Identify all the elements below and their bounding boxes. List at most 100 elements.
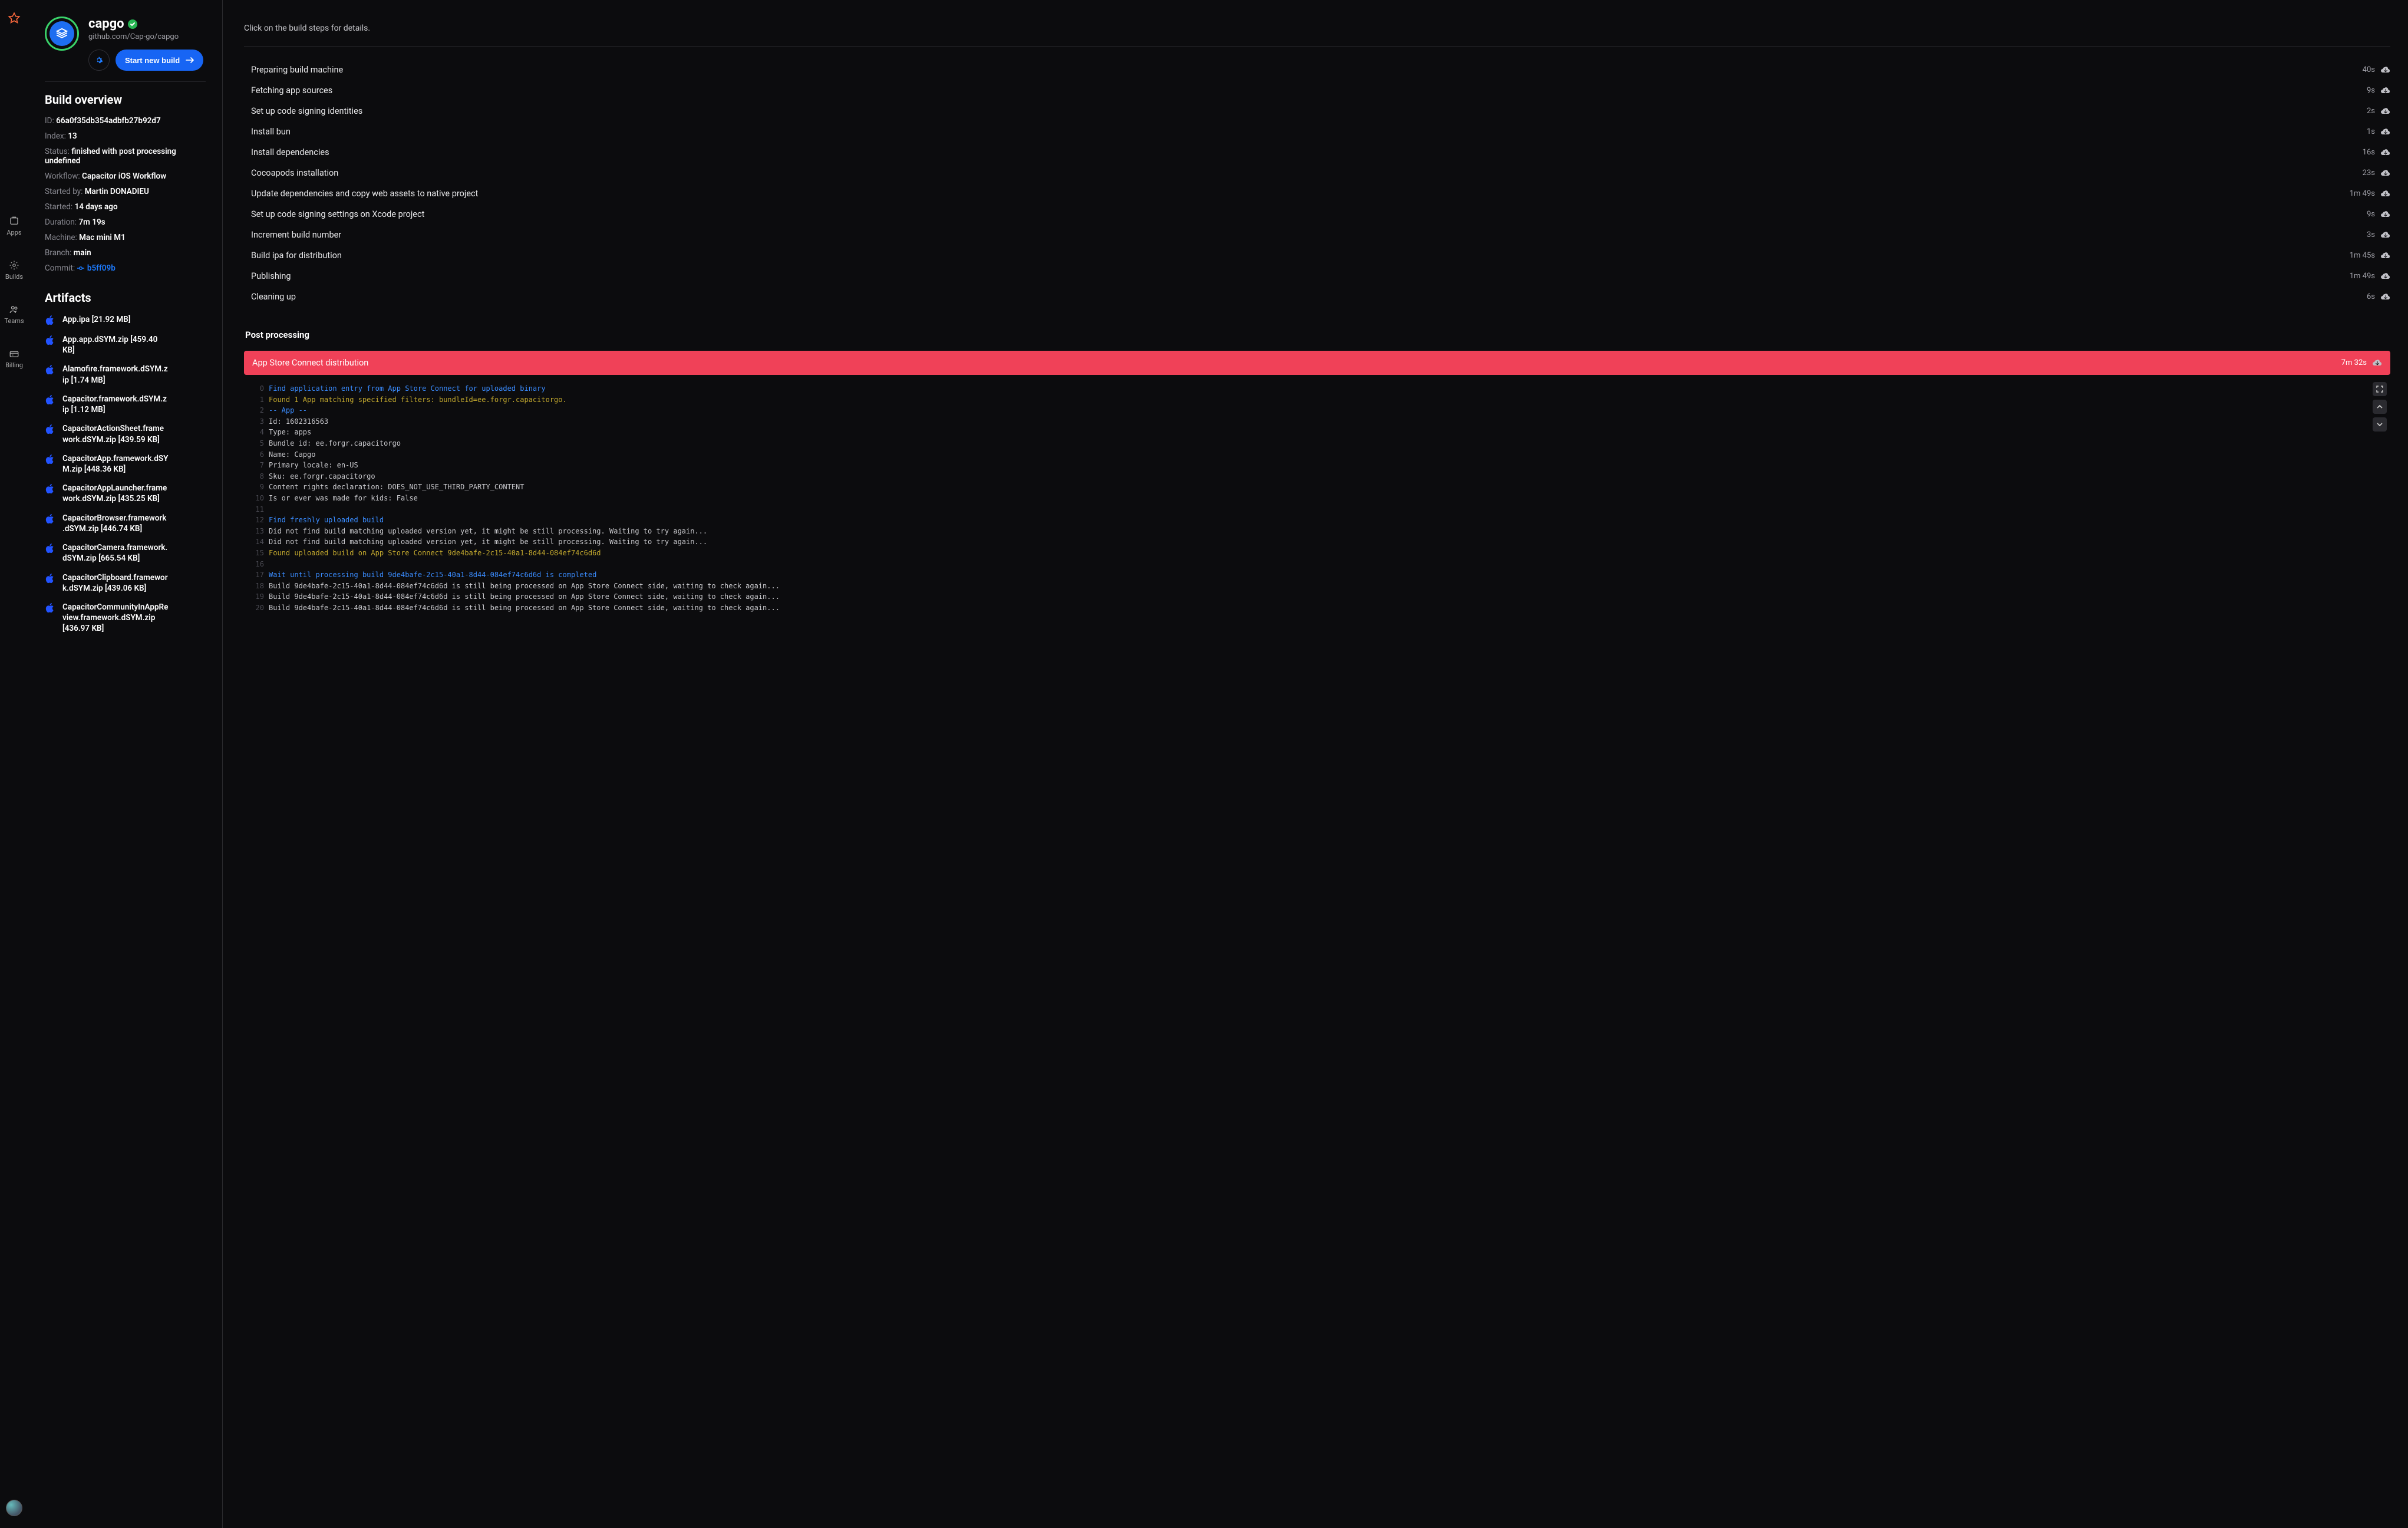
project-settings-button[interactable]	[88, 50, 110, 71]
overview-row: Index: 13	[45, 131, 206, 141]
download-log-icon[interactable]	[2381, 251, 2390, 261]
apple-icon	[45, 484, 55, 495]
build-step-row[interactable]: Build ipa for distribution1m 45s	[244, 245, 2390, 266]
build-step-row[interactable]: Increment build number3s	[244, 225, 2390, 245]
step-duration: 16s	[2363, 148, 2375, 157]
build-step-row[interactable]: Publishing1m 49s	[244, 266, 2390, 286]
download-log-icon[interactable]	[2381, 86, 2390, 95]
step-name: Increment build number	[244, 230, 2367, 240]
overview-row: Started: 14 days ago	[45, 202, 206, 212]
build-step-row[interactable]: Update dependencies and copy web assets …	[244, 183, 2390, 204]
nav-item-builds[interactable]: Builds	[4, 260, 24, 281]
build-step-row[interactable]: Set up code signing identities2s	[244, 101, 2390, 121]
artifact-item[interactable]: CapacitorCommunityInAppReview.framework.…	[45, 602, 206, 634]
apple-icon	[45, 603, 55, 614]
error-step-time: 7m 32s	[2341, 358, 2367, 367]
artifact-name: CapacitorCamera.framework.dSYM.zip [665.…	[62, 542, 169, 564]
artifact-name: CapacitorBrowser.framework.dSYM.zip [446…	[62, 513, 169, 534]
step-name: Install dependencies	[244, 147, 2363, 157]
artifact-item[interactable]: CapacitorCamera.framework.dSYM.zip [665.…	[45, 542, 206, 564]
download-log-icon[interactable]	[2381, 189, 2390, 199]
apple-icon	[45, 574, 55, 584]
artifact-item[interactable]: App.ipa [21.92 MB]	[45, 314, 206, 326]
build-step-row[interactable]: Install bun1s	[244, 121, 2390, 142]
download-log-icon[interactable]	[2373, 358, 2382, 368]
log-line: 8Sku: ee.forgr.capacitorgo	[244, 471, 2390, 482]
nav-label: Builds	[5, 273, 23, 281]
sidebar: capgo github.com/Cap-go/capgo Start new …	[28, 0, 223, 1528]
overview-row: Workflow: Capacitor iOS Workflow	[45, 172, 206, 181]
builds-icon	[9, 260, 19, 271]
user-avatar[interactable]	[6, 1500, 22, 1516]
logo-icon[interactable]	[6, 12, 22, 27]
overview-row: Machine: Mac mini M1	[45, 233, 206, 242]
expand-icon	[2376, 386, 2383, 393]
download-log-icon[interactable]	[2381, 230, 2390, 240]
log-line: 10Is or ever was made for kids: False	[244, 493, 2390, 504]
step-duration: 1m 49s	[2350, 189, 2375, 198]
overview-row: Started by: Martin DONADIEU	[45, 187, 206, 196]
nav-item-apps[interactable]: Apps	[4, 216, 24, 236]
build-step-row[interactable]: Cocoapods installation23s	[244, 163, 2390, 183]
step-duration: 9s	[2367, 86, 2375, 95]
post-processing-error-step[interactable]: App Store Connect distribution 7m 32s	[244, 351, 2390, 375]
artifact-item[interactable]: CapacitorActionSheet.framework.dSYM.zip …	[45, 423, 206, 444]
artifact-item[interactable]: CapacitorAppLauncher.framework.dSYM.zip …	[45, 483, 206, 504]
nav-item-billing[interactable]: Billing	[4, 348, 24, 369]
step-duration: 9s	[2367, 210, 2375, 219]
log-line: 0Find application entry from App Store C…	[244, 383, 2390, 394]
log-line: 16	[244, 559, 2390, 570]
build-step-row[interactable]: Fetching app sources9s	[244, 80, 2390, 101]
artifact-item[interactable]: CapacitorClipboard.framework.dSYM.zip [4…	[45, 572, 206, 594]
download-log-icon[interactable]	[2381, 292, 2390, 302]
nav-label: Teams	[4, 317, 24, 325]
project-repo-link[interactable]: github.com/Cap-go/capgo	[88, 32, 203, 41]
artifacts-title: Artifacts	[45, 291, 206, 305]
log-line: 12Find freshly uploaded build	[244, 515, 2390, 526]
build-step-row[interactable]: Set up code signing settings on Xcode pr…	[244, 204, 2390, 225]
apple-icon	[45, 544, 55, 554]
step-name: Set up code signing settings on Xcode pr…	[244, 209, 2367, 219]
download-log-icon[interactable]	[2381, 210, 2390, 219]
verified-icon	[128, 19, 137, 29]
steps-hint: Click on the build steps for details.	[244, 24, 2390, 33]
step-name: Set up code signing identities	[244, 106, 2367, 116]
build-step-row[interactable]: Install dependencies16s	[244, 142, 2390, 163]
overview-row: Branch: main	[45, 248, 206, 258]
apple-icon	[45, 514, 55, 525]
artifact-item[interactable]: CapacitorApp.framework.dSYM.zip [448.36 …	[45, 453, 206, 475]
log-line: 20Build 9de4bafe-2c15-40a1-8d44-084ef74c…	[244, 602, 2390, 614]
start-new-build-button[interactable]: Start new build	[116, 50, 203, 71]
post-processing-title: Post processing	[245, 330, 2390, 340]
log-scroll-up-button[interactable]	[2373, 400, 2387, 414]
error-step-name: App Store Connect distribution	[252, 358, 2341, 368]
artifact-item[interactable]: Alamofire.framework.dSYM.zip [1.74 MB]	[45, 364, 206, 385]
step-name: Cocoapods installation	[244, 168, 2363, 178]
artifact-item[interactable]: CapacitorBrowser.framework.dSYM.zip [446…	[45, 513, 206, 534]
download-log-icon[interactable]	[2381, 272, 2390, 281]
apple-icon	[45, 424, 55, 435]
artifact-item[interactable]: Capacitor.framework.dSYM.zip [1.12 MB]	[45, 394, 206, 415]
project-title: capgo	[88, 17, 124, 31]
project-icon	[45, 17, 79, 51]
log-line: 2-- App --	[244, 405, 2390, 416]
download-log-icon[interactable]	[2381, 148, 2390, 157]
artifact-item[interactable]: App.app.dSYM.zip [459.40 KB]	[45, 334, 206, 355]
download-log-icon[interactable]	[2381, 65, 2390, 75]
log-scroll-down-button[interactable]	[2373, 417, 2387, 432]
build-step-row[interactable]: Cleaning up6s	[244, 286, 2390, 307]
log-expand-button[interactable]	[2373, 382, 2387, 396]
chevron-up-icon	[2377, 404, 2383, 410]
gear-icon	[95, 56, 103, 64]
download-log-icon[interactable]	[2381, 107, 2390, 116]
download-log-icon[interactable]	[2381, 127, 2390, 137]
nav-item-teams[interactable]: Teams	[4, 304, 24, 325]
commit-hash-link[interactable]: b5ff09b	[87, 264, 116, 273]
artifact-name: CapacitorActionSheet.framework.dSYM.zip …	[62, 423, 169, 444]
download-log-icon[interactable]	[2381, 169, 2390, 178]
apple-icon	[45, 455, 55, 465]
build-step-row[interactable]: Preparing build machine40s	[244, 60, 2390, 80]
step-duration: 2s	[2367, 107, 2375, 116]
step-duration: 23s	[2363, 169, 2375, 177]
step-duration: 6s	[2367, 292, 2375, 301]
